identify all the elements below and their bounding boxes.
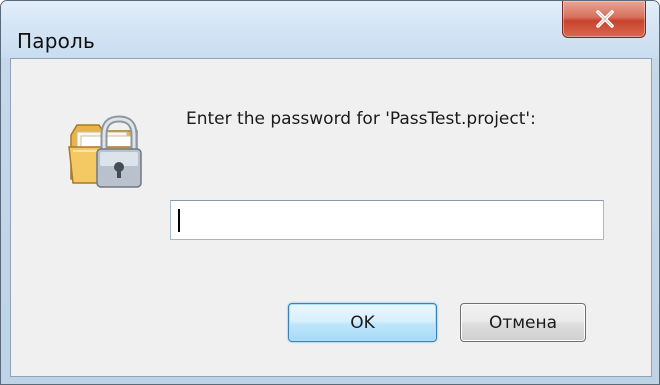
cancel-button[interactable]: Отмена	[460, 303, 586, 342]
title-bar[interactable]: Пароль	[1, 1, 659, 58]
close-icon	[596, 10, 614, 28]
password-prompt: Enter the password for 'PassTest.project…	[186, 109, 536, 129]
dialog-body: Enter the password for 'PassTest.project…	[10, 58, 652, 377]
ok-button[interactable]: OK	[288, 303, 437, 342]
locked-folder-icon	[68, 115, 142, 188]
close-button[interactable]	[562, 1, 646, 38]
password-dialog-window: Пароль Enter the password for 'PassTest.…	[0, 0, 660, 385]
password-input[interactable]	[170, 200, 604, 240]
text-cursor	[178, 209, 180, 232]
window-title: Пароль	[17, 29, 95, 53]
